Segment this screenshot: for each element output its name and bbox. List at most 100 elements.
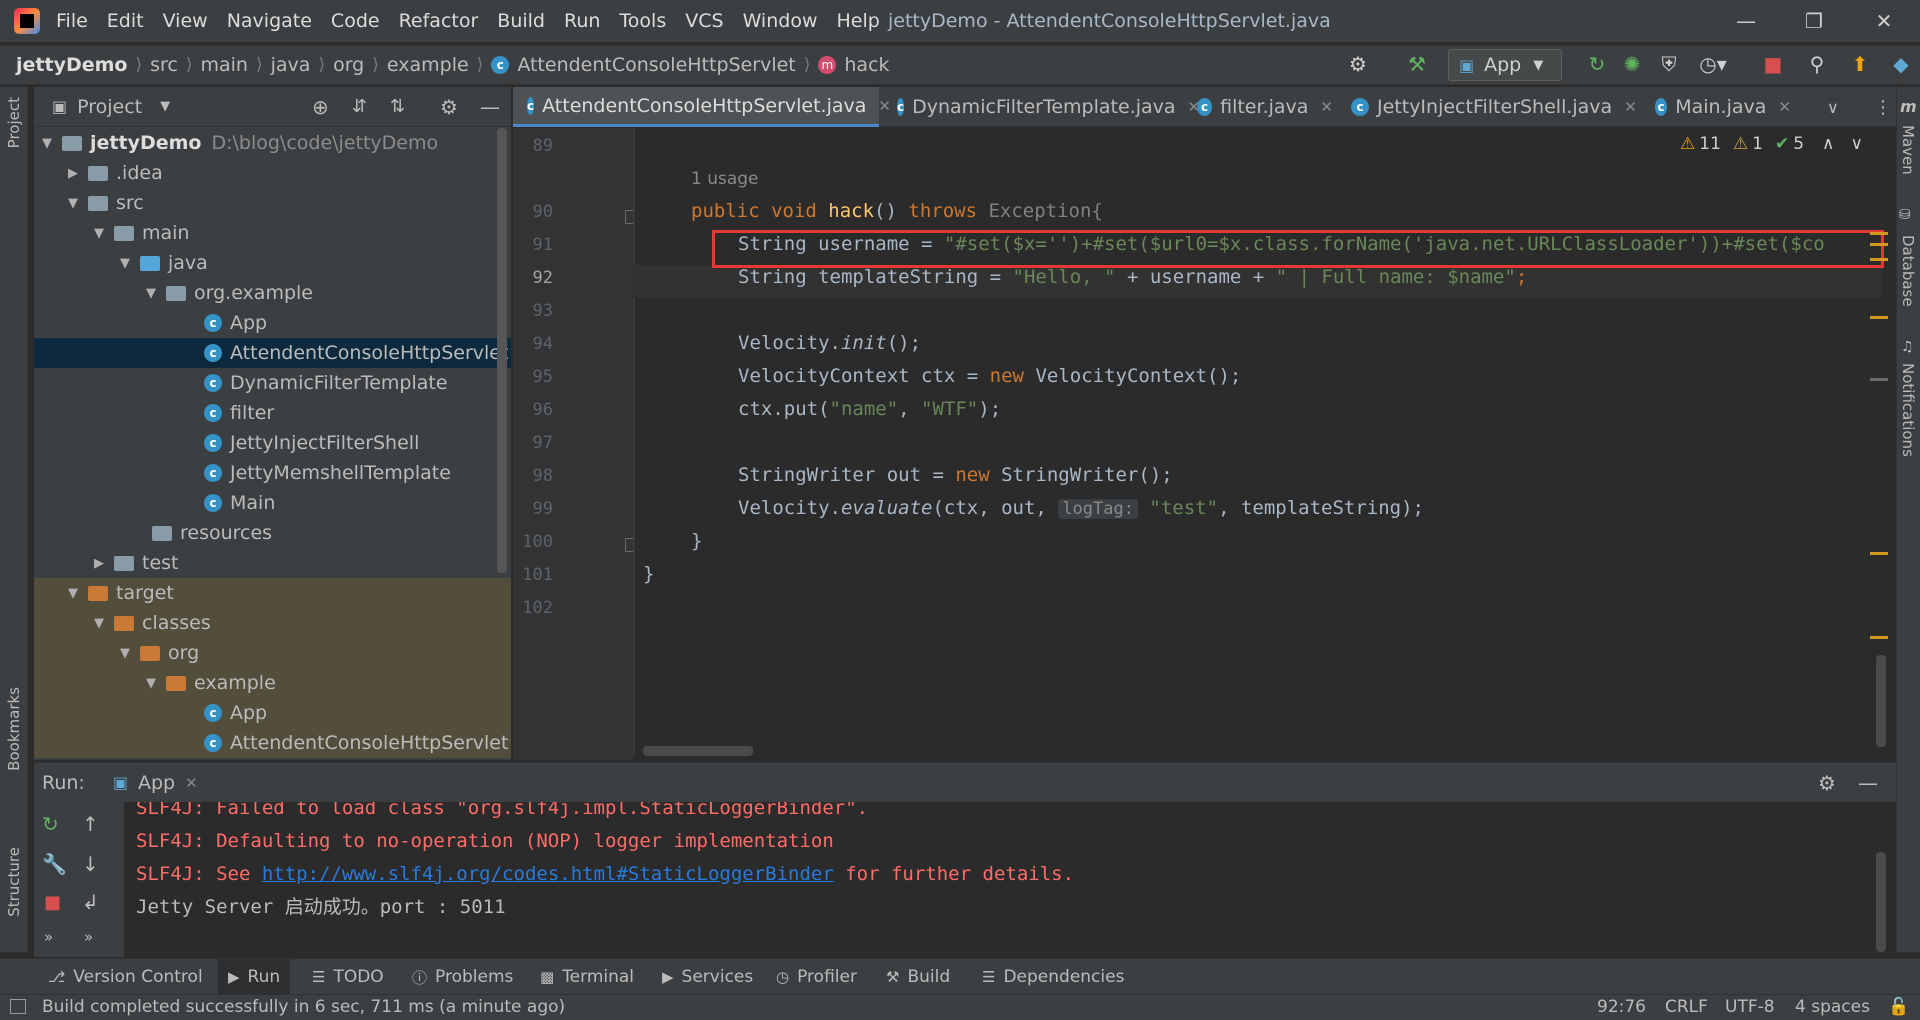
tree-item-dynamic-filter[interactable]: c DynamicFilterTemplate bbox=[34, 368, 511, 398]
tree-item-org-example[interactable]: ▼ org.example bbox=[34, 278, 511, 308]
error-stripe-mark[interactable] bbox=[1870, 232, 1888, 235]
menu-vcs[interactable]: VCS bbox=[685, 10, 723, 32]
file-encoding[interactable]: UTF-8 bbox=[1725, 994, 1775, 1020]
tree-item-main-class[interactable]: c Main bbox=[34, 488, 511, 518]
indent-setting[interactable]: 4 spaces bbox=[1795, 994, 1870, 1020]
menu-file[interactable]: File bbox=[56, 10, 88, 32]
tree-item-org[interactable]: ▼ org bbox=[34, 638, 511, 668]
close-window-icon[interactable]: ✕ bbox=[1856, 0, 1912, 42]
database-tool-button[interactable]: Database bbox=[1899, 235, 1917, 307]
tool-run[interactable]: ▶ Run bbox=[218, 959, 291, 995]
breadcrumb-src[interactable]: src bbox=[150, 54, 178, 76]
tool-problems[interactable]: ⓘ Problems bbox=[412, 959, 513, 995]
menu-build[interactable]: Build bbox=[497, 10, 545, 32]
project-tool-button[interactable]: Project bbox=[5, 97, 23, 148]
error-stripe-mark[interactable] bbox=[1870, 636, 1888, 639]
menu-help[interactable]: Help bbox=[836, 10, 879, 32]
tree-item-classes[interactable]: ▼ classes bbox=[34, 608, 511, 638]
jetbrains-toolbox-icon[interactable]: ◆ bbox=[1886, 52, 1916, 78]
run-configuration-select[interactable]: ▣ App ▼ bbox=[1448, 49, 1562, 81]
tree-item-idea[interactable]: ▶ .idea bbox=[34, 158, 511, 188]
tab-jetty-inject[interactable]: c JettyInjectFilterShell.java ✕ bbox=[1337, 87, 1637, 127]
console-output[interactable]: SLF4J: Failed to load class "org.slf4j.i… bbox=[124, 802, 1886, 957]
menu-run[interactable]: Run bbox=[564, 10, 600, 32]
lock-icon[interactable]: 🔓 bbox=[1888, 994, 1909, 1020]
tab-dynamic-filter[interactable]: c DynamicFilterTemplate.java ✕ bbox=[883, 87, 1200, 127]
restore-icon[interactable]: ❐ bbox=[1786, 0, 1842, 42]
user-icon[interactable]: ⚙ bbox=[1340, 52, 1376, 78]
console-link[interactable]: http://www.slf4j.org/codes.html#StaticLo… bbox=[262, 863, 834, 885]
console-scrollbar[interactable] bbox=[1876, 852, 1886, 952]
tree-item-attendent-servlet[interactable]: c AttendentConsoleHttpServlet bbox=[34, 338, 511, 368]
chevron-down-icon[interactable]: ▼ bbox=[66, 196, 80, 211]
chevron-down-icon[interactable]: ∨ bbox=[1813, 87, 1853, 127]
locate-icon[interactable]: ⊕ bbox=[312, 95, 329, 119]
error-stripe-mark[interactable] bbox=[1870, 316, 1888, 319]
tree-item-jettydemo[interactable]: ▼ jettyDemo D:\blog\code\jettyDemo bbox=[34, 128, 511, 158]
error-stripe-mark[interactable] bbox=[1870, 552, 1888, 555]
tree-scrollbar[interactable] bbox=[497, 128, 507, 573]
breadcrumb-method[interactable]: hack bbox=[844, 54, 889, 76]
project-panel-title[interactable]: Project bbox=[77, 96, 142, 118]
chevron-right-icon[interactable]: ▶ bbox=[66, 166, 80, 181]
hide-panel-icon[interactable]: — bbox=[1858, 771, 1878, 795]
horizontal-scrollbar[interactable] bbox=[643, 746, 753, 756]
breadcrumb-project[interactable]: jettyDemo bbox=[16, 54, 127, 76]
chevron-down-icon[interactable]: ▼ bbox=[66, 586, 80, 601]
tool-version-control[interactable]: ⎇ Version Control bbox=[48, 959, 203, 995]
error-stripe-mark[interactable] bbox=[1870, 258, 1888, 261]
tree-item-jetty-memshell[interactable]: c JettyMemshellTemplate bbox=[34, 458, 511, 488]
debug-icon[interactable]: ✺ bbox=[1617, 52, 1647, 78]
error-stripe-mark[interactable] bbox=[1870, 243, 1888, 246]
line-separator[interactable]: CRLF bbox=[1665, 994, 1708, 1020]
menu-navigate[interactable]: Navigate bbox=[227, 10, 312, 32]
tool-todo[interactable]: ☰ TODO bbox=[312, 959, 384, 995]
update-icon[interactable]: ⬆ bbox=[1845, 52, 1875, 78]
build-hammer-icon[interactable]: ⚒ bbox=[1402, 52, 1432, 78]
profile-icon[interactable]: ◷▾ bbox=[1692, 52, 1734, 78]
tree-item-filter[interactable]: c filter bbox=[34, 398, 511, 428]
notifications-tool-button[interactable]: Notifications bbox=[1899, 363, 1917, 457]
wrench-icon[interactable]: 🔧 bbox=[42, 852, 67, 876]
arrow-down-icon[interactable]: ↓ bbox=[82, 852, 99, 876]
bookmarks-tool-button[interactable]: Bookmarks bbox=[5, 687, 23, 771]
intellij-logo-icon[interactable] bbox=[14, 8, 40, 34]
inspection-widget[interactable]: ⚠ 11 ⚠ 1 ✔ 5 ∧ ∨ bbox=[1680, 134, 1863, 154]
menu-view[interactable]: View bbox=[163, 10, 208, 32]
tree-item-src[interactable]: ▼ src bbox=[34, 188, 511, 218]
stop-icon[interactable]: ■ bbox=[44, 892, 61, 913]
expand-all-icon[interactable]: ⇵ bbox=[352, 96, 367, 117]
tree-item-main[interactable]: ▼ main bbox=[34, 218, 511, 248]
caret-position[interactable]: 92:76 bbox=[1597, 994, 1646, 1020]
error-stripe-mark[interactable] bbox=[1870, 378, 1888, 381]
chevron-down-icon[interactable]: ▼ bbox=[40, 136, 54, 151]
breadcrumb-org[interactable]: org bbox=[333, 54, 364, 76]
status-message[interactable]: Build completed successfully in 6 sec, 7… bbox=[42, 994, 565, 1020]
tab-filter[interactable]: c filter.java ✕ bbox=[1183, 87, 1333, 127]
settings-gear-icon[interactable]: ⚙ bbox=[1818, 771, 1836, 795]
settings-gear-icon[interactable]: ⚙ bbox=[440, 95, 458, 119]
tool-services[interactable]: ▶ Services bbox=[662, 959, 753, 995]
tool-dependencies[interactable]: ☰ Dependencies bbox=[982, 959, 1124, 995]
more-icon[interactable]: » bbox=[44, 928, 53, 946]
soft-wrap-icon[interactable]: ↲ bbox=[82, 890, 99, 914]
tree-item-target[interactable]: ▼ target bbox=[34, 578, 511, 608]
breadcrumb-java[interactable]: java bbox=[271, 54, 311, 76]
close-tab-icon[interactable]: ✕ bbox=[185, 774, 198, 792]
arrow-up-icon[interactable]: ↑ bbox=[82, 812, 99, 836]
rerun-icon[interactable]: ↻ bbox=[42, 812, 59, 836]
run-tab-app[interactable]: ▣ App ✕ bbox=[113, 772, 198, 794]
chevron-down-icon[interactable]: ▼ bbox=[144, 676, 158, 691]
search-icon[interactable]: ⚲ bbox=[1802, 52, 1832, 78]
tool-profiler[interactable]: ◷ Profiler bbox=[776, 959, 857, 995]
tree-item-java[interactable]: ▼ java bbox=[34, 248, 511, 278]
panel-toggle-icon[interactable] bbox=[10, 999, 26, 1014]
tool-build[interactable]: ⚒ Build bbox=[886, 959, 950, 995]
chevron-down-icon[interactable]: ▼ bbox=[118, 646, 132, 661]
tab-main[interactable]: c Main.java ✕ bbox=[1641, 87, 1791, 127]
stop-icon[interactable]: ■ bbox=[1758, 52, 1788, 78]
rerun-icon[interactable]: ↻ bbox=[1582, 52, 1612, 78]
menu-tools[interactable]: Tools bbox=[619, 10, 666, 32]
close-tab-icon[interactable]: ✕ bbox=[1320, 98, 1333, 116]
chevron-down-icon[interactable]: ▼ bbox=[92, 616, 106, 631]
